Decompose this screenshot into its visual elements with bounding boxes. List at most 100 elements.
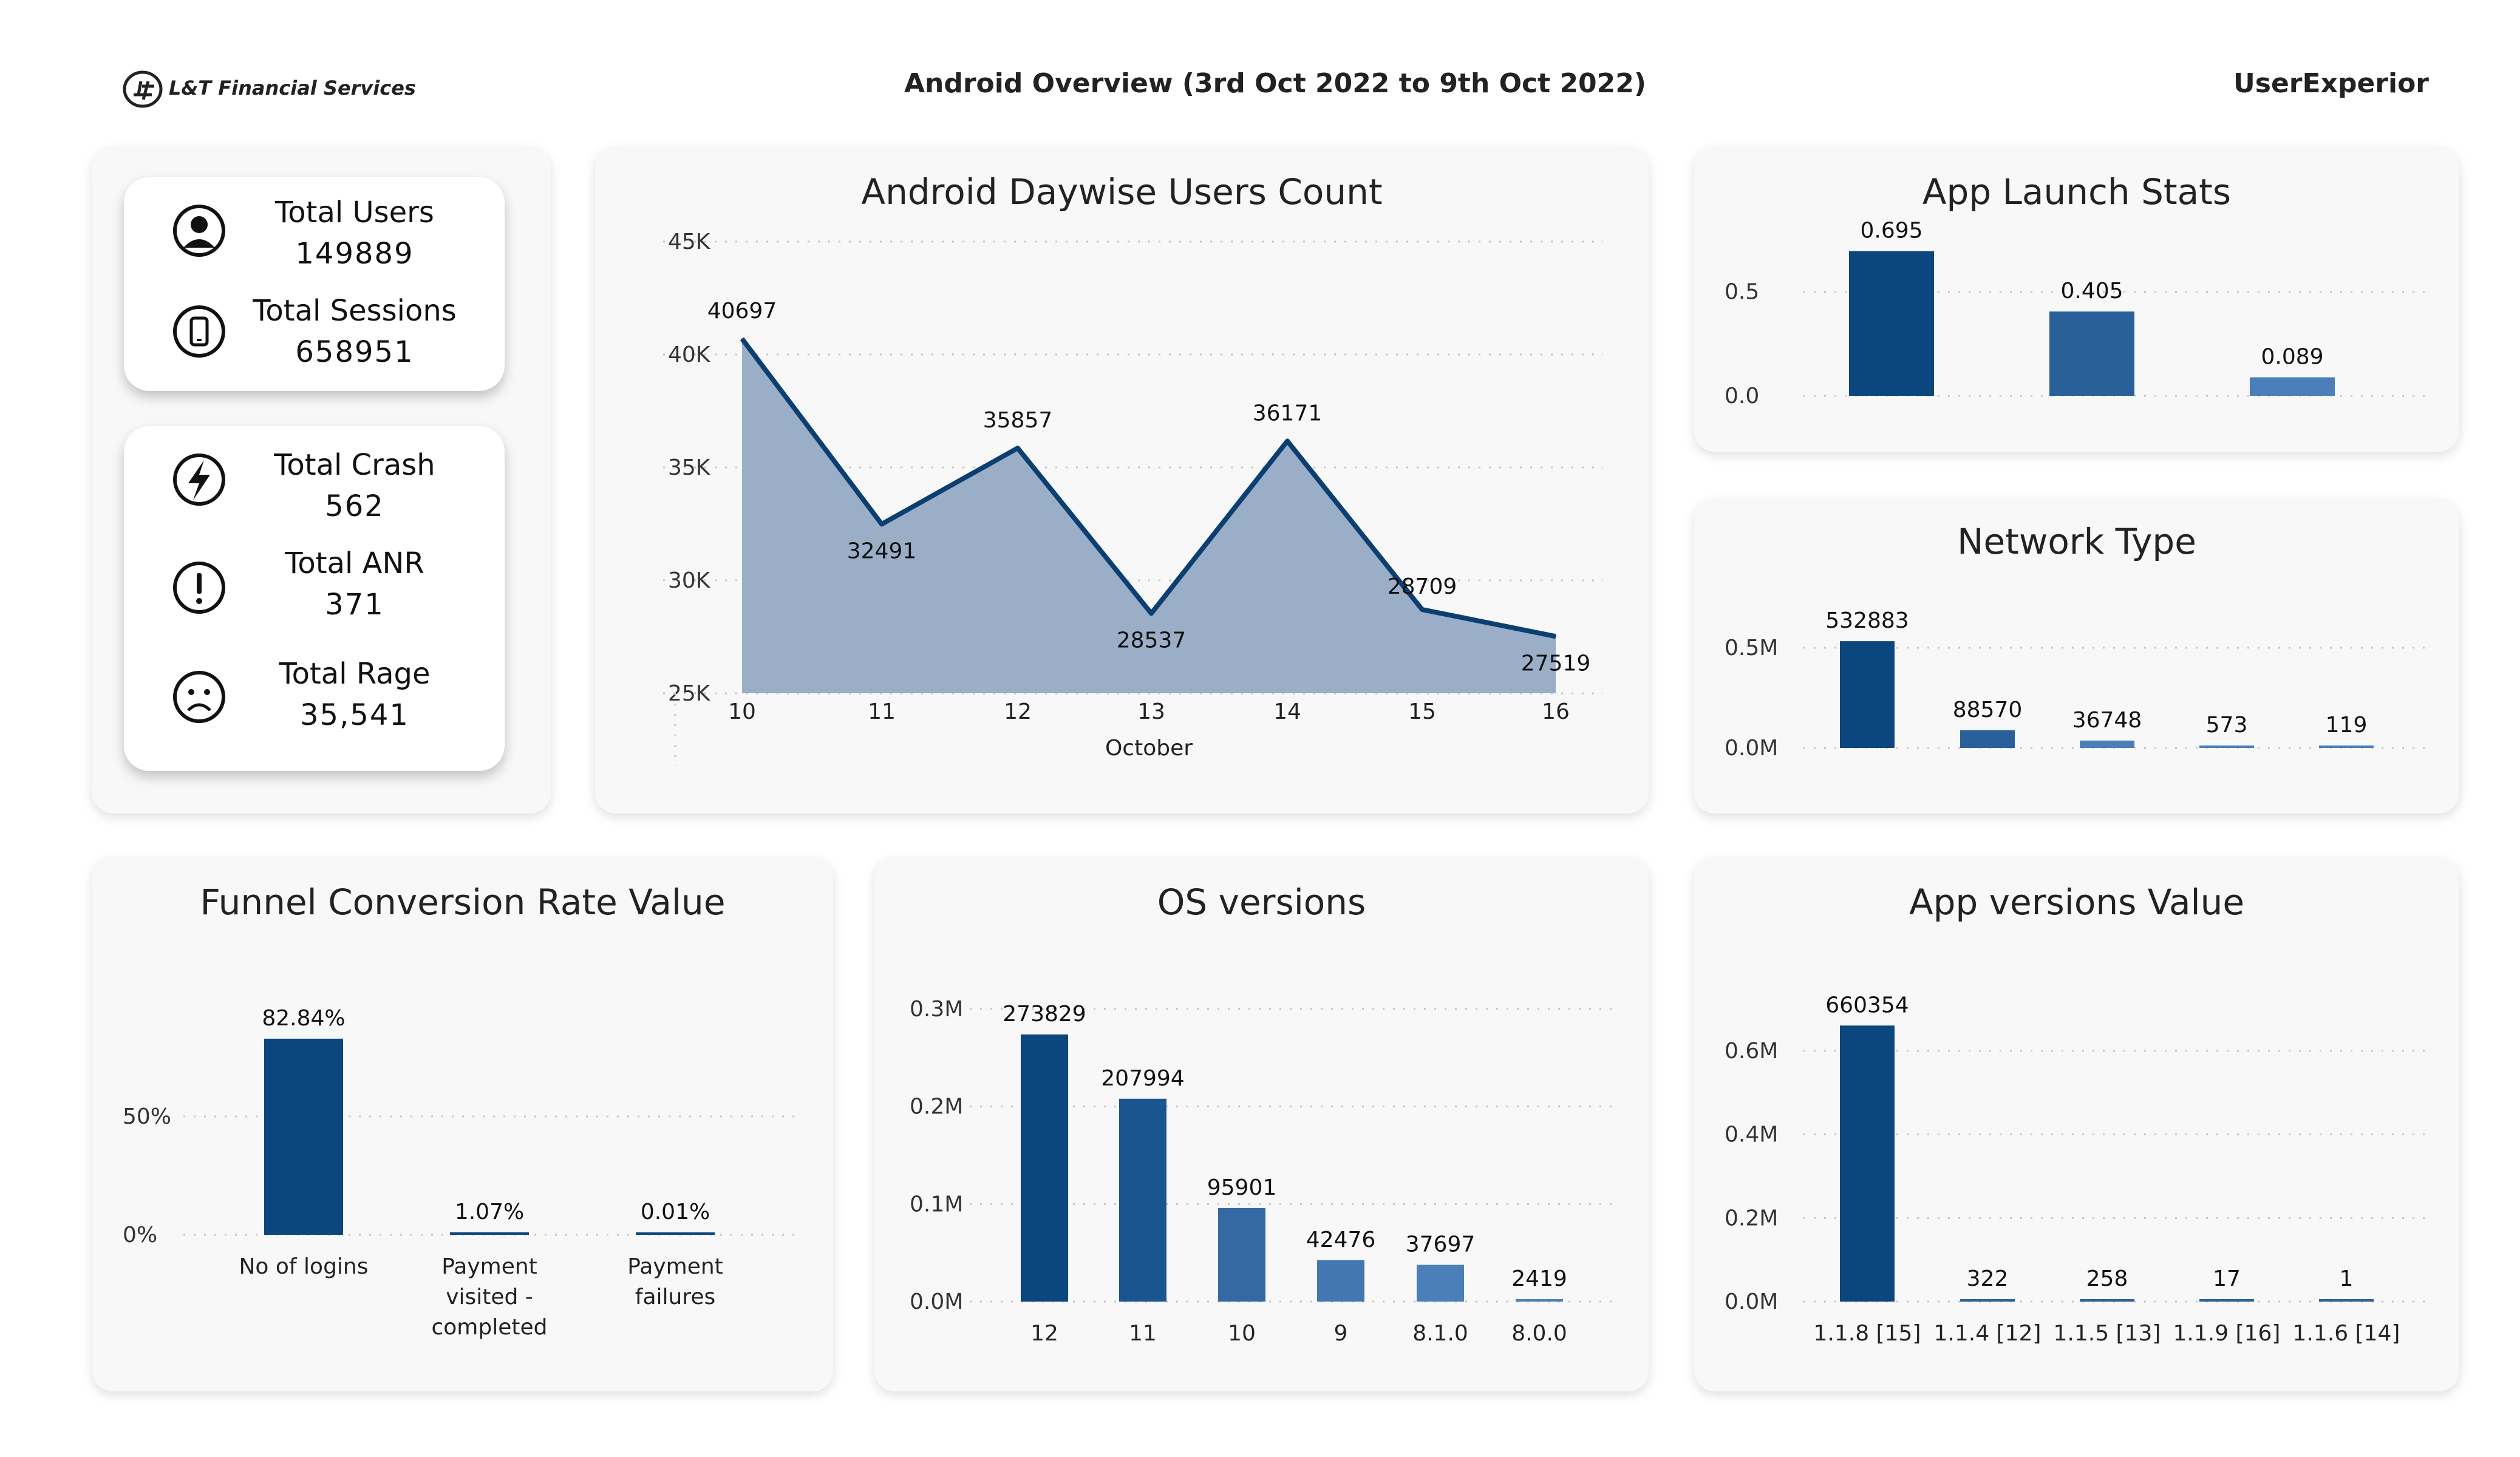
x-tick-label-line: Payment xyxy=(441,1254,537,1279)
y-tick-label: 0.4M xyxy=(1725,1122,1778,1147)
network-type-chart: 0.0M 0.5M 532883 88570 36748 573 119 xyxy=(1725,608,2429,761)
x-tick-label-line: 1.1.9 [16] xyxy=(2173,1321,2281,1346)
y-tick-label: 0.5 xyxy=(1725,280,1759,305)
bar xyxy=(2319,745,2374,748)
x-tick-label-line: 12 xyxy=(1030,1321,1058,1346)
total-anr-label: Total ANR xyxy=(285,546,424,580)
y-tick-label: 0.0M xyxy=(910,1289,963,1314)
data-label: 119 xyxy=(2326,713,2368,738)
data-point xyxy=(1151,613,1152,614)
y-tick-label: 0.1M xyxy=(910,1192,963,1217)
x-tick-label: 1.1.4 [12] xyxy=(1934,1321,2042,1346)
data-label: 88570 xyxy=(1953,698,2023,722)
data-label: 1.07% xyxy=(455,1200,524,1224)
daywise-users-card: Android Daywise Users Count 25K 30K 35K 40K… xyxy=(595,147,1649,813)
x-tick-label-line: 1.1.5 [13] xyxy=(2054,1321,2161,1346)
x-tick-label: 15 xyxy=(1408,699,1436,724)
data-label: 0.089 xyxy=(2261,344,2323,369)
x-tick-label: 11 xyxy=(868,699,896,724)
bar xyxy=(2049,311,2134,396)
kpi-panel: Total Users 149889 Total Sessions 658951… xyxy=(92,147,551,813)
data-label: 17 xyxy=(2213,1266,2241,1291)
funnel-card: Funnel Conversion Rate Value 0% 50% 82.84%… xyxy=(92,857,833,1391)
y-tick-label: 0.3M xyxy=(910,997,963,1022)
x-tick-label-line: 1.1.4 [12] xyxy=(1934,1321,2042,1346)
data-label: 273829 xyxy=(1003,1002,1086,1027)
frown-icon xyxy=(173,671,225,723)
bar xyxy=(2319,1299,2374,1302)
network-type-card: Network Type 0.0M 0.5M 532883 88570 36748 573… xyxy=(1694,499,2459,813)
app-versions-card: App versions Value 0.0M 0.2M 0.4M 0.6M 66035… xyxy=(1694,857,2459,1391)
x-tick-label: 1.1.6 [14] xyxy=(2293,1321,2400,1346)
data-point xyxy=(1017,447,1018,449)
total-users-label: Total Users xyxy=(275,195,434,229)
data-label: 42476 xyxy=(1306,1228,1376,1252)
data-label: 1 xyxy=(2340,1266,2354,1291)
bar xyxy=(1021,1034,1068,1302)
data-label: 322 xyxy=(1967,1266,2009,1291)
bar xyxy=(2250,377,2335,396)
funnel-chart: 0% 50% 82.84% 1.07% 0.01% No of logins Payment… xyxy=(123,1006,797,1340)
daywise-users-chart: 25K30K35K40K45K4069732491358572853736171… xyxy=(663,229,1603,766)
os-versions-card: OS versions 0.0M 0.1M 0.2M 0.3M 273829 207994… xyxy=(874,857,1649,1391)
x-tick-label-line: 1.1.8 [15] xyxy=(1814,1321,1921,1346)
data-label: 0.405 xyxy=(2060,279,2123,304)
y-tick-label: 0.2M xyxy=(910,1095,963,1119)
x-tick-label-line: completed xyxy=(431,1315,547,1340)
total-crash-value: 562 xyxy=(325,489,384,523)
bar xyxy=(450,1232,529,1235)
x-tick-label: 1.1.5 [13] xyxy=(2054,1321,2161,1346)
x-tick-label-line: failures xyxy=(635,1285,715,1309)
brand-name: L&T Financial Services xyxy=(169,76,416,100)
data-label: 258 xyxy=(2086,1266,2128,1291)
data-point xyxy=(741,338,743,340)
data-label: 82.84% xyxy=(262,1006,345,1031)
data-label: 36171 xyxy=(1253,401,1323,426)
os-versions-chart: 0.0M 0.1M 0.2M 0.3M 273829 207994 95901 42476 37… xyxy=(910,997,1615,1346)
data-label: 37697 xyxy=(1406,1232,1476,1257)
user-icon xyxy=(173,205,225,257)
x-tick-label: 12 xyxy=(1030,1321,1058,1346)
x-tick-label: 10 xyxy=(1228,1321,1256,1346)
total-crash-label: Total Crash xyxy=(274,448,435,482)
x-tick-label-line: 10 xyxy=(1228,1321,1256,1346)
product-name: UserExperior xyxy=(2233,68,2429,99)
data-point xyxy=(881,523,882,525)
brand-logo: L&T Financial Services xyxy=(121,68,416,110)
bar xyxy=(1516,1299,1563,1302)
total-anr-value: 371 xyxy=(325,588,384,622)
bar xyxy=(1960,730,2015,748)
total-sessions-label: Total Sessions xyxy=(253,294,457,328)
x-tick-label: 13 xyxy=(1137,699,1165,724)
issues-card: Total Crash 562 Total ANR 371 Total Rage… xyxy=(124,426,505,771)
users-sessions-card: Total Users 149889 Total Sessions 658951 xyxy=(124,177,505,391)
lt-logo-icon xyxy=(123,70,163,108)
y-tick-label: 0.0 xyxy=(1725,384,1759,409)
x-tick-label: No of logins xyxy=(239,1254,369,1279)
data-label: 28709 xyxy=(1388,574,1457,599)
x-tick-label-line: 11 xyxy=(1129,1321,1157,1346)
data-point xyxy=(1555,636,1556,637)
bar xyxy=(1317,1260,1364,1302)
total-users-value: 149889 xyxy=(295,237,414,271)
x-tick-label: 14 xyxy=(1273,699,1301,724)
y-tick-label: 30K xyxy=(668,568,711,593)
x-tick-label-line: 1.1.6 [14] xyxy=(2293,1321,2400,1346)
y-tick-label: 0.5M xyxy=(1725,636,1778,661)
data-label: 27519 xyxy=(1521,651,1591,676)
x-tick-label: 8.1.0 xyxy=(1412,1321,1468,1346)
x-tick-label-line: 9 xyxy=(1334,1321,1348,1346)
bar xyxy=(1960,1299,2015,1302)
bar xyxy=(1417,1265,1464,1302)
bar xyxy=(1849,251,1934,396)
x-axis-label: October xyxy=(1105,736,1193,761)
data-label: 2419 xyxy=(1511,1266,1567,1291)
x-tick-label: 16 xyxy=(1542,699,1570,724)
data-label: 36748 xyxy=(2072,708,2142,733)
y-tick-label: 0.0M xyxy=(1725,736,1778,761)
y-tick-label: 0% xyxy=(123,1223,157,1248)
bar xyxy=(2199,1299,2254,1302)
bar xyxy=(1119,1098,1166,1302)
app-versions-chart: 0.0M 0.2M 0.4M 0.6M 660354 322 258 17 1 1.1.8 [15… xyxy=(1725,993,2429,1346)
x-tick-label-line: visited - xyxy=(446,1285,533,1309)
